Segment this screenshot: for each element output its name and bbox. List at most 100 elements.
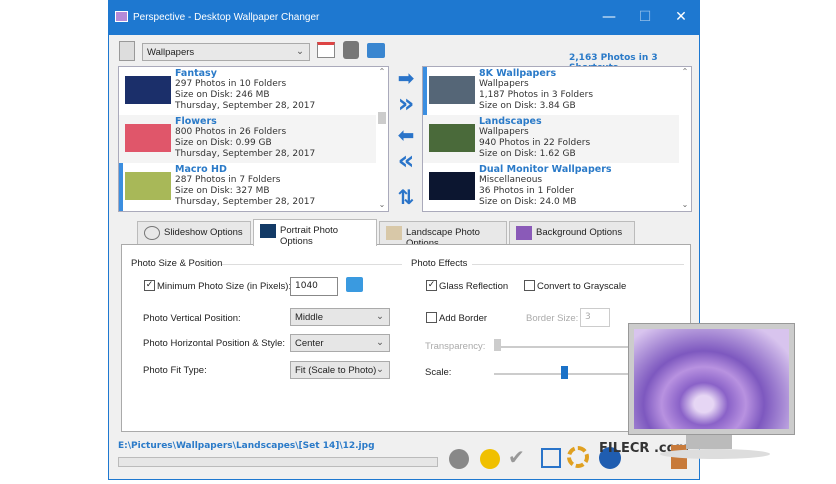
selected-list[interactable]: 8K Wallpapers Wallpapers 1,187 Photos in 3…: [422, 66, 692, 212]
close-button[interactable]: ✕: [671, 9, 691, 25]
tab-label: Slideshow Options: [164, 227, 243, 238]
remove-all-icon[interactable]: «: [395, 148, 417, 174]
scrollbar[interactable]: ⌃ ⌄: [376, 67, 388, 211]
portrait-icon: [260, 224, 276, 238]
item-line: 297 Photos in 10 Folders: [175, 79, 287, 89]
chevron-down-icon: ⌄: [376, 311, 384, 322]
add-all-icon[interactable]: »: [395, 91, 417, 117]
monitor-stand: [686, 435, 732, 449]
item-line: 36 Photos in 1 Folder: [479, 186, 575, 196]
grayscale-checkbox[interactable]: [524, 280, 535, 291]
monitor-icon: [516, 226, 532, 240]
grayscale-label: Convert to Grayscale: [537, 281, 627, 292]
vertical-position-label: Photo Vertical Position:: [143, 313, 241, 324]
horizontal-position-value: Center: [295, 338, 324, 349]
item-line: Thursday, September 28, 2017: [175, 149, 316, 159]
fit-type-value: Fit (Scale to Photo): [295, 365, 377, 376]
list-item[interactable]: Fantasy 297 Photos in 10 Folders Size on D…: [119, 67, 388, 115]
tab-label: Background Options: [536, 227, 623, 238]
list-item[interactable]: Dual Monitor Wallpapers Miscellaneous 36 P…: [423, 163, 691, 211]
item-name: Fantasy: [175, 68, 217, 79]
tab-background-options[interactable]: Background Options: [509, 221, 635, 245]
slideshow-icon: [144, 226, 160, 240]
vertical-position-select[interactable]: Middle ⌄: [290, 308, 390, 326]
calendar-icon[interactable]: [317, 42, 335, 58]
transparency-slider-thumb[interactable]: [494, 339, 501, 351]
glass-reflection-label: Glass Reflection: [439, 281, 509, 292]
border-size-value: 3: [585, 312, 591, 322]
landscape-icon: [386, 226, 402, 240]
collection-icon[interactable]: [119, 41, 135, 61]
item-line: Thursday, September 28, 2017: [175, 101, 316, 111]
pause-icon[interactable]: [480, 449, 500, 469]
thumbnail-image: [125, 76, 171, 104]
minimize-button[interactable]: —: [599, 9, 619, 25]
item-line: Wallpapers: [479, 127, 529, 137]
checkmark-icon[interactable]: ✔: [508, 445, 525, 469]
min-size-spinner[interactable]: 1040: [290, 277, 338, 296]
fit-type-label: Photo Fit Type:: [143, 365, 207, 376]
min-size-value: 1040: [295, 281, 318, 291]
settings-gear-icon[interactable]: [567, 446, 589, 468]
transparency-slider[interactable]: [494, 346, 634, 348]
scrollbar[interactable]: ⌃ ⌄: [679, 67, 691, 211]
item-name: Flowers: [175, 116, 217, 127]
item-line: 800 Photos in 26 Folders: [175, 127, 287, 137]
thumbnail-image: [429, 172, 475, 200]
portrait-options-panel: Photo Size & Position ✓ Minimum Photo Si…: [121, 244, 691, 432]
current-photo-path[interactable]: E:\Pictures\Wallpapers\Landscapes\[Set 1…: [118, 441, 375, 451]
item-line: 287 Photos in 7 Folders: [175, 175, 281, 185]
app-icon: [115, 11, 128, 22]
tab-portrait-photo-options[interactable]: Portrait Photo Options: [253, 219, 377, 247]
chevron-down-icon: ⌄: [376, 364, 384, 375]
list-item[interactable]: Flowers 800 Photos in 26 Folders Size on D…: [119, 115, 388, 163]
list-item[interactable]: 8K Wallpapers Wallpapers 1,187 Photos in 3…: [423, 67, 691, 115]
item-line: Size on Disk: 0.99 GB: [175, 138, 272, 148]
list-item[interactable]: Landscapes Wallpapers 940 Photos in 22 Fol…: [423, 115, 691, 163]
folder-icon[interactable]: [367, 43, 385, 58]
horizontal-position-label: Photo Horizontal Position & Style:: [143, 338, 286, 349]
item-name: 8K Wallpapers: [479, 68, 557, 79]
selection-marker: [423, 67, 427, 115]
tab-label: Portrait Photo Options: [280, 225, 339, 247]
glass-reflection-checkbox[interactable]: ✓: [426, 280, 437, 291]
window-title: Perspective - Desktop Wallpaper Changer: [133, 12, 320, 23]
stop-icon[interactable]: [449, 449, 469, 469]
collection-value: Wallpapers: [147, 47, 195, 58]
monitor-icon[interactable]: [346, 277, 363, 292]
tab-slideshow-options[interactable]: Slideshow Options: [137, 221, 251, 245]
border-size-label: Border Size:: [526, 313, 579, 324]
size-position-header: Photo Size & Position: [131, 258, 223, 269]
add-border-checkbox[interactable]: [426, 312, 437, 323]
binoculars-icon[interactable]: [343, 41, 359, 59]
available-list[interactable]: Fantasy 297 Photos in 10 Folders Size on D…: [118, 66, 389, 212]
scale-slider-thumb[interactable]: [560, 366, 568, 379]
title-bar: Perspective - Desktop Wallpaper Changer …: [109, 1, 699, 35]
border-size-spinner[interactable]: 3: [580, 308, 610, 327]
horizontal-position-select[interactable]: Center ⌄: [290, 334, 390, 352]
monitor-base: [660, 449, 770, 459]
item-line: Size on Disk: 246 MB: [175, 90, 270, 100]
maximize-button[interactable]: ☐: [635, 9, 655, 25]
remove-arrow-icon[interactable]: ⬅: [395, 125, 417, 145]
set-wallpaper-icon[interactable]: [541, 448, 561, 468]
thumbnail-image: [125, 172, 171, 200]
item-name: Landscapes: [479, 116, 542, 127]
add-border-label: Add Border: [439, 313, 488, 324]
fit-type-select[interactable]: Fit (Scale to Photo) ⌄: [290, 361, 390, 379]
collection-dropdown[interactable]: Wallpapers ⌄: [142, 43, 310, 61]
min-size-label: Minimum Photo Size (in Pixels):: [157, 281, 292, 292]
thumbnail-image: [429, 124, 475, 152]
tab-landscape-photo-options[interactable]: Landscape Photo Options: [379, 221, 507, 249]
item-name: Dual Monitor Wallpapers: [479, 164, 612, 175]
item-line: Size on Disk: 3.84 GB: [479, 101, 576, 111]
list-item[interactable]: Macro HD 287 Photos in 7 Folders Size on D…: [119, 163, 388, 211]
min-size-checkbox[interactable]: ✓: [144, 280, 155, 291]
swap-icon[interactable]: ⇅: [395, 187, 417, 207]
item-line: Wallpapers: [479, 79, 529, 89]
add-arrow-icon[interactable]: ➡: [395, 68, 417, 88]
progress-bar: [118, 457, 438, 467]
item-line: Miscellaneous: [479, 175, 543, 185]
transparency-label: Transparency:: [425, 341, 486, 352]
monitor-preview-image: [628, 323, 795, 435]
